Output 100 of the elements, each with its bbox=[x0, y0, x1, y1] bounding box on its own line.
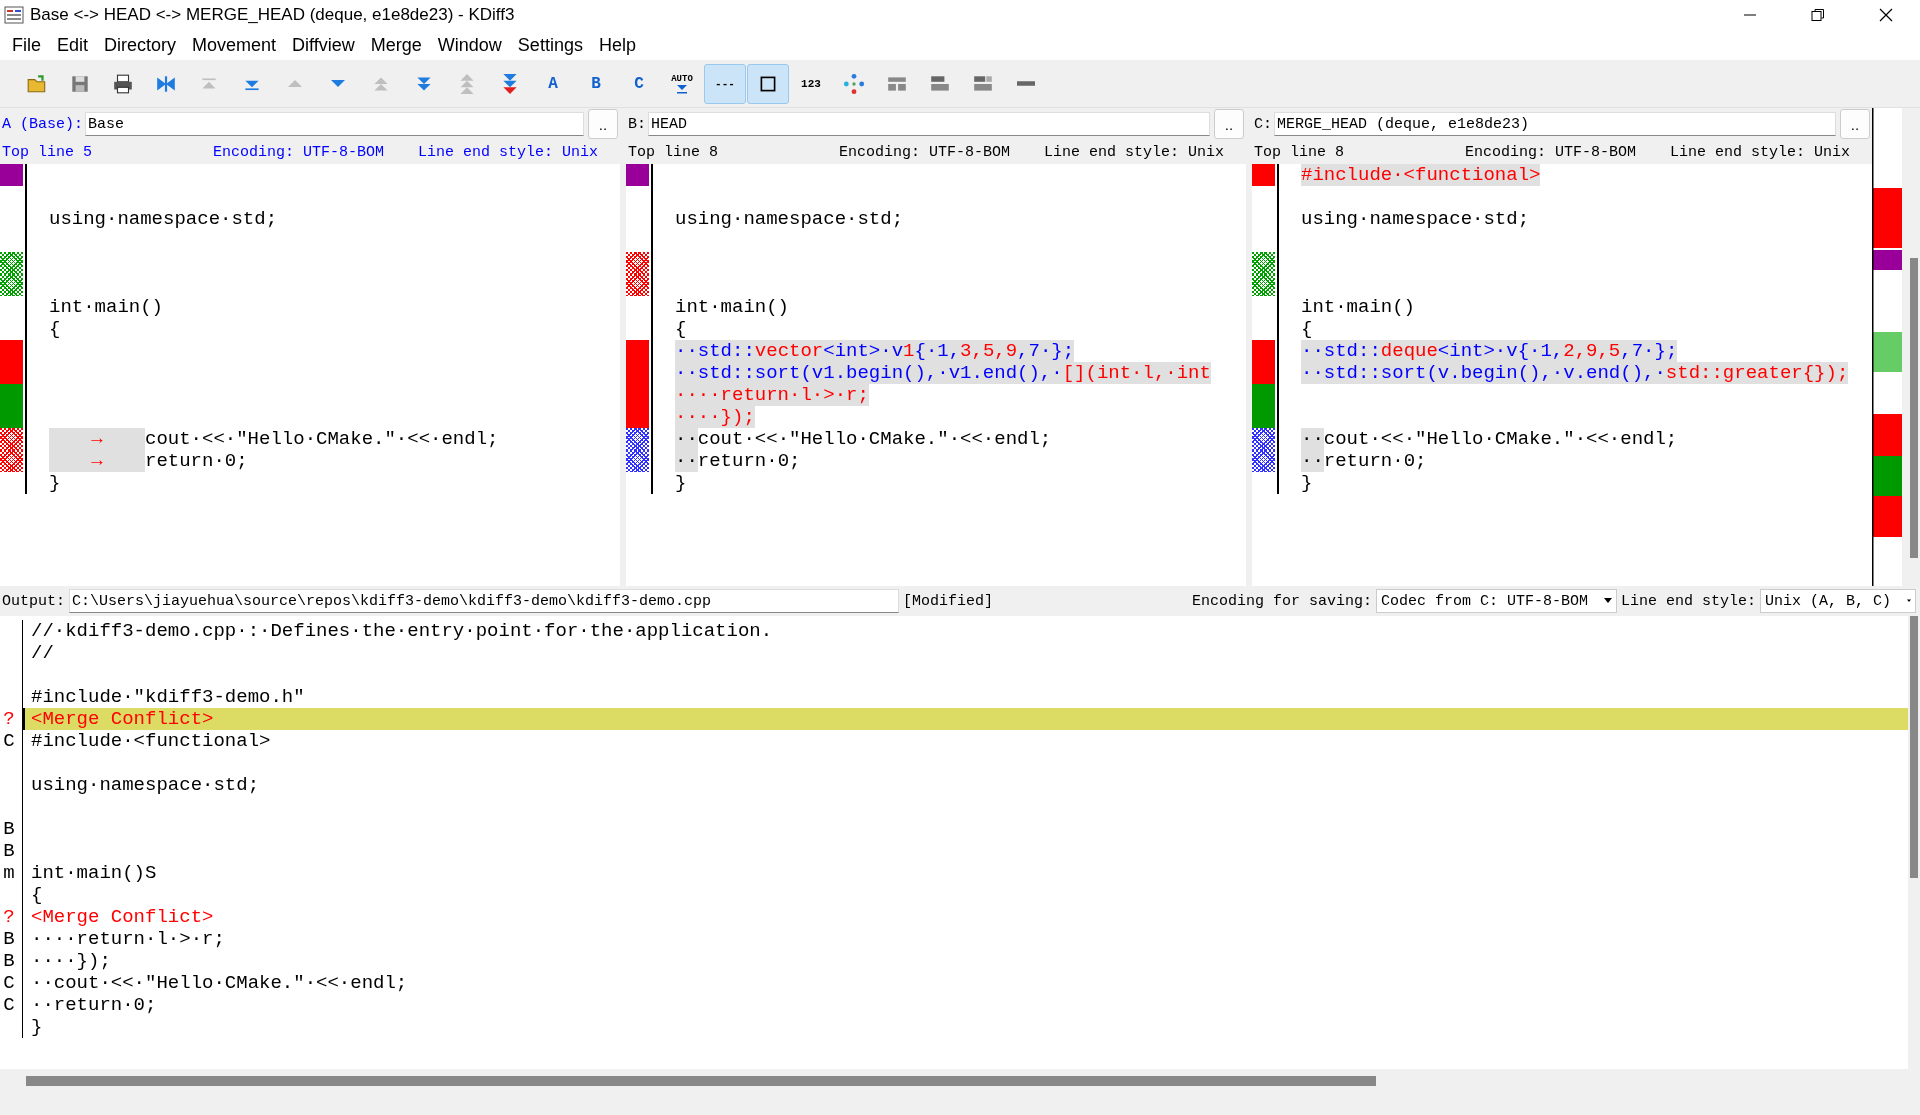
dropdown-arrow-icon bbox=[1603, 598, 1612, 604]
code-line: ····return·l·>·r; bbox=[31, 928, 225, 950]
close-icon bbox=[1879, 8, 1893, 22]
code-line: ··return·0; bbox=[675, 450, 801, 472]
line-end-label: Line end style: bbox=[1620, 592, 1756, 610]
browse-button[interactable]: .. bbox=[1214, 109, 1244, 139]
source-marker: B bbox=[3, 950, 15, 972]
code-line: #include·"kdiff3-demo.h" bbox=[31, 686, 305, 708]
toolbar-button[interactable]: --- bbox=[704, 63, 746, 104]
code-line: ··std::sort(v.begin(),·v.end(),·std::greater{}); bbox=[1301, 362, 1849, 384]
code-line: → cout·<<·"Hello·CMake."·<<·endl; bbox=[49, 428, 499, 450]
code-line: ··std::deque<int>·v{·1,2,9,5,7·}; bbox=[1301, 340, 1678, 362]
output-path-field[interactable]: C:\Users\jiayuehua\source\repos\kdiff3-demo\kdiff3-demo\kdiff3-demo.cpp bbox=[69, 589, 899, 613]
file-field[interactable]: MERGE_HEAD (deque, e1e8de23) bbox=[1274, 112, 1836, 136]
scrollbar-thumb[interactable] bbox=[26, 1076, 1376, 1086]
code-line: using·namespace·std; bbox=[31, 774, 260, 796]
merge-conflict-text: <Merge Conflict> bbox=[31, 906, 214, 928]
dropdown-arrow-icon bbox=[1907, 598, 1911, 604]
bar-icon bbox=[1017, 81, 1035, 86]
browse-button[interactable]: .. bbox=[1840, 109, 1870, 139]
pane-label: B: bbox=[628, 115, 646, 133]
toolbar-button[interactable] bbox=[747, 63, 789, 104]
modified-status: [Modified] bbox=[903, 592, 994, 610]
source-marker: B bbox=[3, 818, 15, 840]
code-line: } bbox=[49, 472, 61, 494]
menu-item[interactable]: Help bbox=[590, 34, 644, 56]
source-marker: C bbox=[3, 972, 15, 994]
code-line: //·kdiff3-demo.cpp·:·Defines·the·entry·point·for·the·application. bbox=[31, 620, 773, 642]
toolbar-button[interactable]: 123 bbox=[790, 63, 832, 104]
app-icon bbox=[4, 5, 24, 25]
code-line: ····}); bbox=[31, 950, 111, 972]
pane-label: A (Base): bbox=[2, 115, 83, 133]
code-line: int·main() bbox=[49, 296, 164, 318]
down-arrow-icon bbox=[675, 83, 689, 94]
diamond-dots-icon bbox=[843, 72, 865, 95]
source-marker: C bbox=[3, 994, 15, 1016]
menu-item[interactable]: Diffview bbox=[284, 34, 363, 56]
menu-item[interactable]: Directory bbox=[96, 34, 185, 56]
code-line: using·namespace·std; bbox=[49, 208, 278, 230]
encoding-text: Encoding: UTF-8-BOM bbox=[1464, 143, 1636, 161]
output-label: Output: bbox=[2, 592, 65, 610]
code-line: int·main()S bbox=[31, 862, 157, 884]
source-marker: m bbox=[3, 862, 15, 884]
choose-button[interactable]: B bbox=[575, 63, 617, 104]
code-line: → return·0; bbox=[49, 450, 248, 472]
line-end-text: Line end style: Unix bbox=[417, 143, 598, 161]
encoding-text: Encoding: UTF-8-BOM bbox=[838, 143, 1010, 161]
file-field[interactable]: HEAD bbox=[648, 112, 1210, 136]
encoding-text: Encoding: UTF-8-BOM bbox=[212, 143, 384, 161]
top-line-text: Top line 8 bbox=[1254, 143, 1344, 161]
code-line: } bbox=[675, 472, 687, 494]
source-marker: C bbox=[3, 730, 15, 752]
encoding-select[interactable]: Codec from C: UTF-8-BOM bbox=[1375, 589, 1617, 613]
menu-item[interactable]: Movement bbox=[184, 34, 285, 56]
file-field[interactable]: Base bbox=[85, 112, 584, 136]
restore-icon bbox=[1811, 8, 1825, 22]
scrollbar-thumb[interactable] bbox=[1910, 616, 1918, 878]
window-title: Base <-> HEAD <-> MERGE_HEAD (deque, e1e8de23) - KDiff3 bbox=[30, 5, 516, 25]
code-line: ··std::sort(v1.begin(),·v1.end(),·[](int·l,·int bbox=[675, 362, 1211, 384]
choose-button[interactable]: A bbox=[532, 63, 574, 104]
source-marker: ? bbox=[3, 906, 15, 928]
auto-advance-button[interactable]: AUTO bbox=[661, 63, 703, 104]
code-line: ··std::vector<int>·v1{·1,3,5,9,7·}; bbox=[675, 340, 1075, 362]
menu-item[interactable]: Edit bbox=[49, 34, 97, 56]
pane-label: C: bbox=[1254, 115, 1272, 133]
top-line-text: Top line 8 bbox=[628, 143, 718, 161]
code-line: { bbox=[675, 318, 687, 340]
encoding-label: Encoding for saving: bbox=[1191, 592, 1372, 610]
code-line: ··cout·<<·"Hello·CMake."·<<·endl; bbox=[1301, 428, 1678, 450]
code-line: // bbox=[31, 642, 54, 664]
code-line: using·namespace·std; bbox=[675, 208, 904, 230]
minimize-icon bbox=[1743, 14, 1757, 16]
code-line: #include·<functional> bbox=[31, 730, 271, 752]
print-icon bbox=[112, 72, 134, 95]
code-line: using·namespace·std; bbox=[1301, 208, 1530, 230]
code-line: { bbox=[49, 318, 61, 340]
menu-item[interactable]: Settings bbox=[509, 34, 591, 56]
menu-item[interactable]: Merge bbox=[362, 34, 430, 56]
source-marker: B bbox=[3, 840, 15, 862]
code-line: int·main() bbox=[675, 296, 790, 318]
code-line: { bbox=[31, 884, 43, 906]
code-line: int·main() bbox=[1301, 296, 1416, 318]
code-line: { bbox=[1301, 318, 1313, 340]
choose-button[interactable]: C bbox=[618, 63, 660, 104]
top-line-text: Top line 5 bbox=[2, 143, 92, 161]
line-end-text: Line end style: Unix bbox=[1043, 143, 1224, 161]
triangle-down-icon bbox=[331, 80, 345, 87]
scrollbar-thumb[interactable] bbox=[1910, 258, 1918, 558]
browse-button[interactable]: .. bbox=[588, 109, 618, 139]
code-line: ··return·0; bbox=[1301, 450, 1427, 472]
code-line: ··cout·<<·"Hello·CMake."·<<·endl; bbox=[31, 972, 408, 994]
code-line: } bbox=[1301, 472, 1313, 494]
source-marker: ? bbox=[3, 708, 15, 730]
line-end-select[interactable]: Unix (A, B, C) bbox=[1760, 589, 1916, 613]
open-folder-icon bbox=[26, 72, 48, 95]
triangle-up-icon bbox=[288, 80, 302, 87]
source-marker: B bbox=[3, 928, 15, 950]
menu-item[interactable]: File bbox=[4, 34, 49, 56]
line-end-text: Line end style: Unix bbox=[1669, 143, 1850, 161]
menu-item[interactable]: Window bbox=[429, 34, 510, 56]
